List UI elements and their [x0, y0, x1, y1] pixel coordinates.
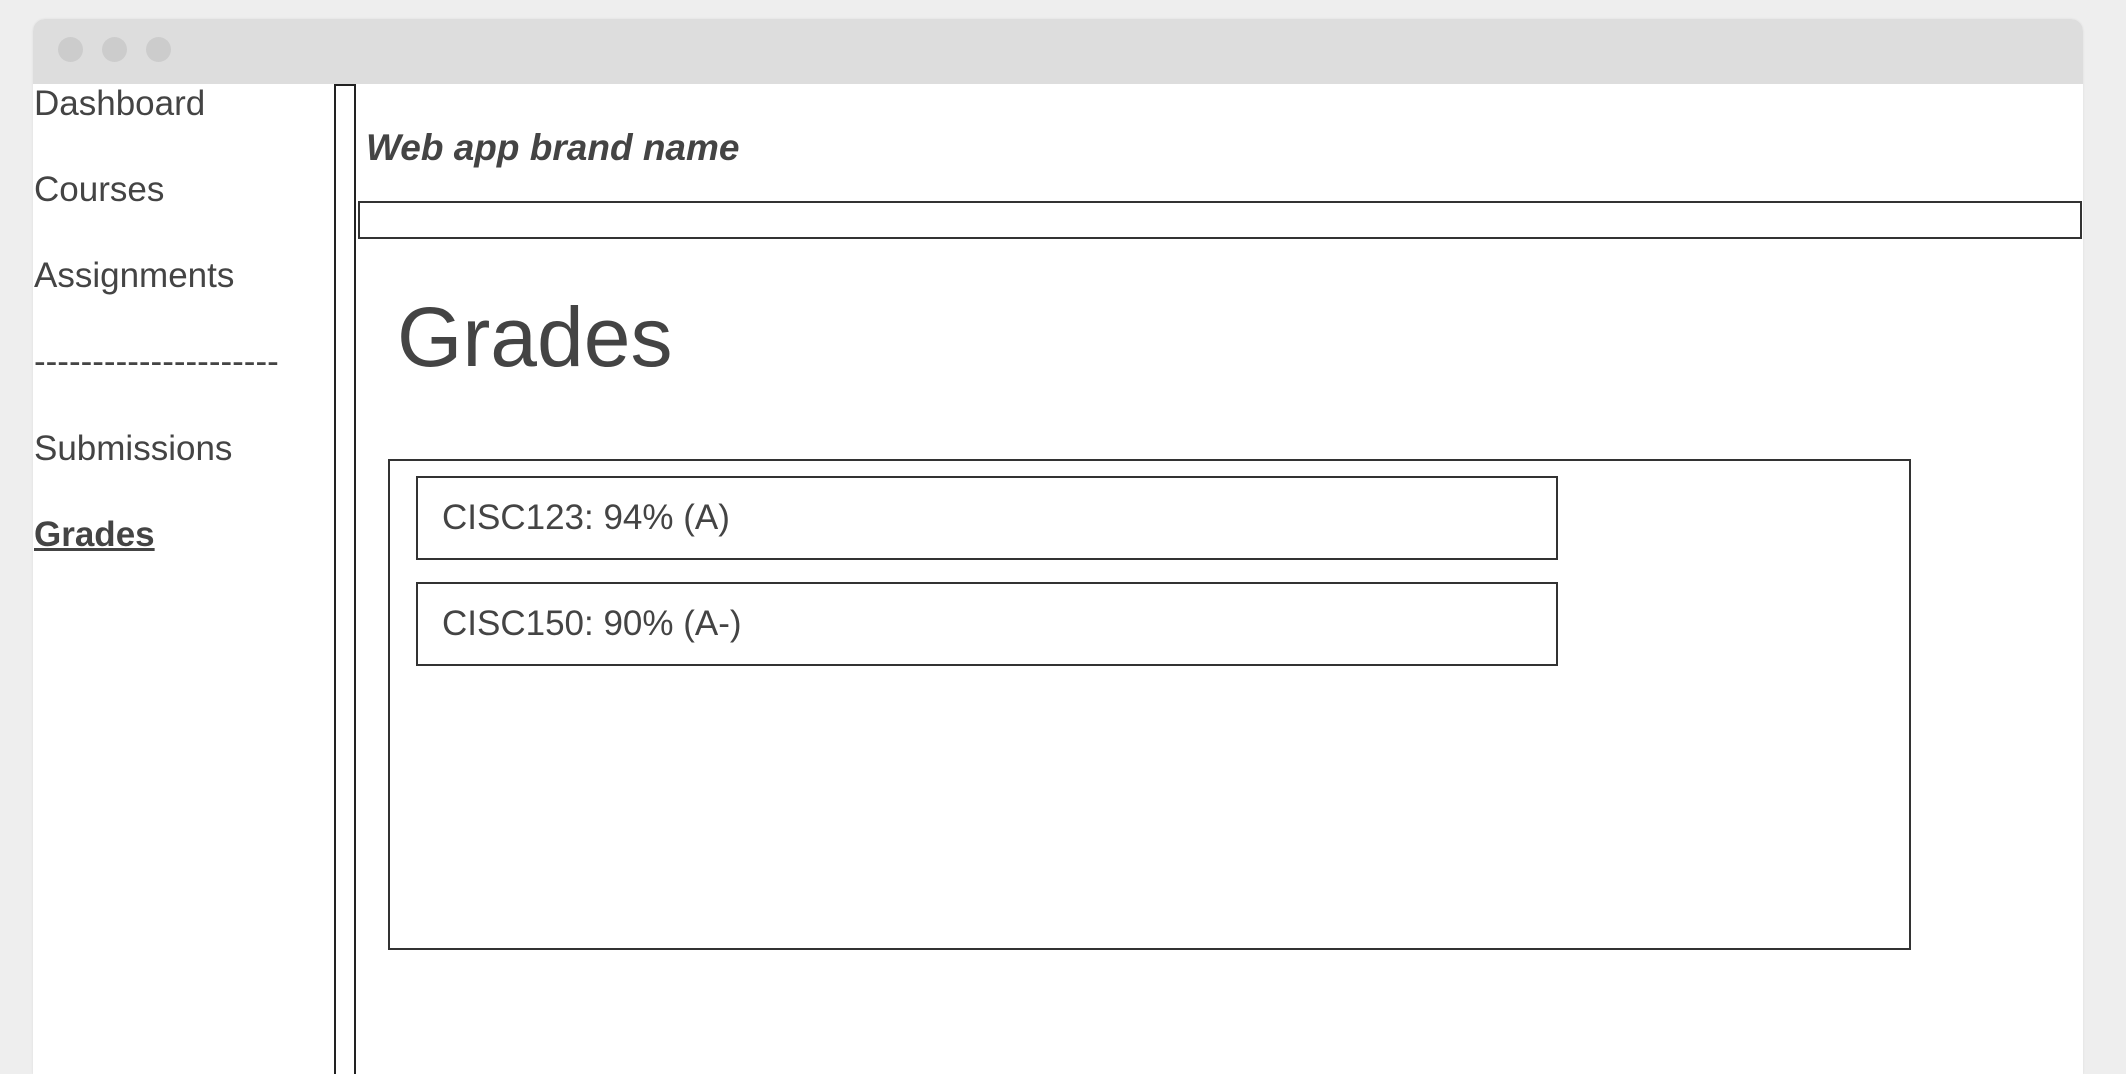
grade-card-cisc123[interactable]: CISC123: 94% (A)	[416, 476, 1558, 560]
sidebar-item-submissions[interactable]: Submissions	[34, 429, 232, 469]
window-close-dot[interactable]	[58, 37, 83, 62]
grade-card-cisc150[interactable]: CISC150: 90% (A-)	[416, 582, 1558, 666]
page-title: Grades	[397, 290, 673, 384]
sidebar-item-courses[interactable]: Courses	[34, 170, 164, 210]
grade-card-text: CISC150: 90% (A-)	[442, 604, 742, 643]
browser-window: Dashboard Courses Assignments ----------…	[33, 19, 2083, 1074]
grade-card-text: CISC123: 94% (A)	[442, 498, 730, 537]
sidebar-item-grades[interactable]: Grades	[34, 515, 155, 555]
window-titlebar	[33, 19, 2083, 84]
top-bar	[358, 201, 2082, 239]
window-maximize-dot[interactable]	[146, 37, 171, 62]
sidebar-divider: ---------------------	[34, 342, 279, 381]
window-minimize-dot[interactable]	[102, 37, 127, 62]
sidebar-item-assignments[interactable]: Assignments	[34, 256, 234, 296]
sidebar-item-dashboard[interactable]: Dashboard	[34, 84, 205, 124]
sidebar-splitter[interactable]	[334, 84, 356, 1074]
sidebar-nav: Dashboard Courses Assignments ----------…	[33, 84, 333, 1074]
brand-name: Web app brand name	[366, 127, 740, 168]
